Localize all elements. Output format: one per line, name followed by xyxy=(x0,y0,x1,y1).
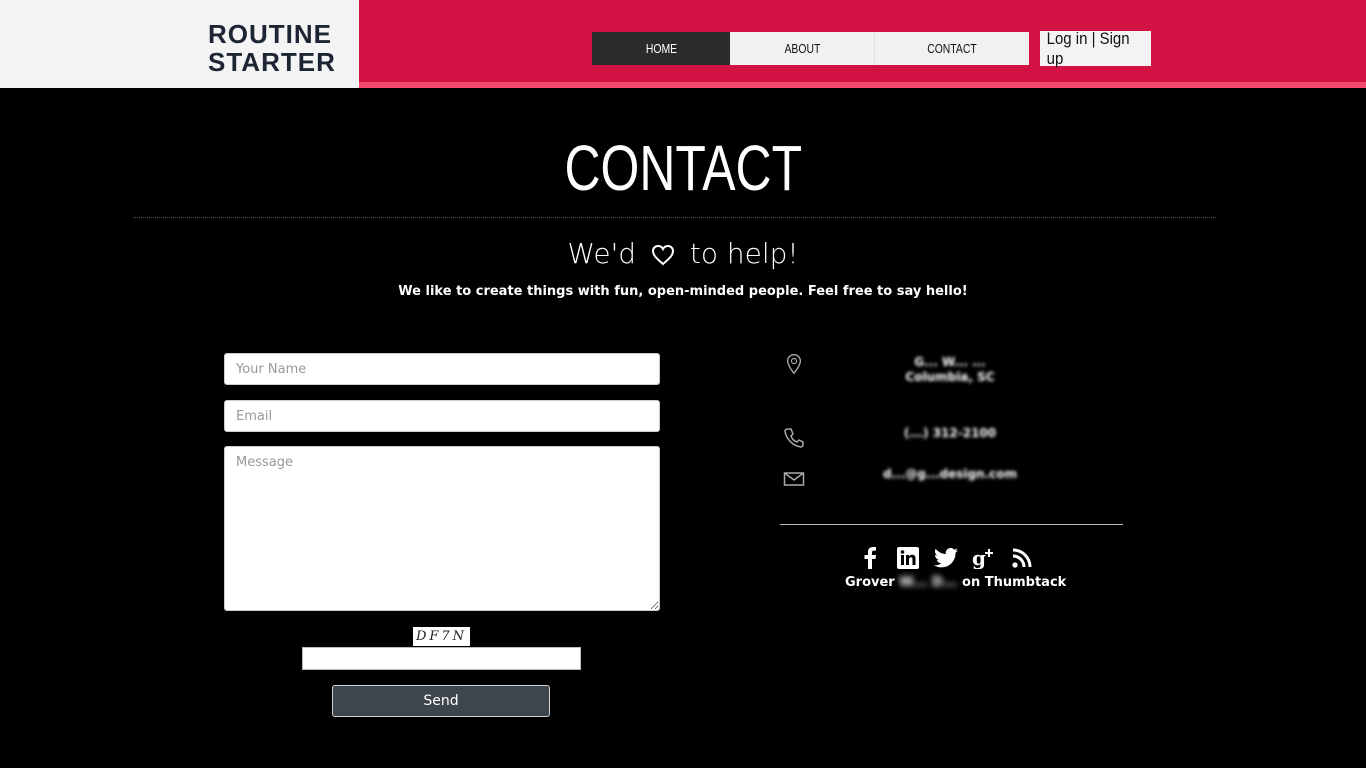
mail-icon xyxy=(783,472,805,486)
message-input[interactable] xyxy=(224,446,660,611)
email-address[interactable]: d...@g...design.com xyxy=(850,467,1050,482)
address-line-1: G... W... ... xyxy=(914,355,986,369)
logo-area[interactable]: ROUTINE STARTER xyxy=(0,0,359,88)
main-nav: HOME ABOUT CONTACT xyxy=(592,32,1029,65)
thumbtack-left: Grover xyxy=(845,575,895,590)
email-input[interactable] xyxy=(224,400,660,432)
thumbtack-blurred: W... D... xyxy=(899,575,958,590)
nav-contact-label: CONTACT xyxy=(927,41,977,56)
subheading: We'd to help! xyxy=(0,236,1366,272)
captcha-input[interactable] xyxy=(302,647,581,670)
thumbtack-link[interactable]: Grover W... D... on Thumbtack xyxy=(845,575,1066,591)
logo[interactable]: ROUTINE STARTER xyxy=(208,20,336,76)
login-label: Log in | Sign up xyxy=(1046,28,1130,68)
phone-number[interactable]: (...) 312-2100 xyxy=(850,426,1050,441)
nav-about[interactable]: ABOUT xyxy=(730,32,875,65)
name-input[interactable] xyxy=(224,353,660,385)
site-header: ROUTINE STARTER HOME ABOUT CONTACT Log i… xyxy=(0,0,1366,88)
nav-home[interactable]: HOME xyxy=(592,32,730,65)
heart-icon xyxy=(651,244,674,266)
send-button[interactable]: Send xyxy=(332,685,550,717)
google-plus-icon[interactable]: g xyxy=(972,546,996,570)
tagline: We like to create things with fun, open-… xyxy=(398,284,968,299)
svg-text:g: g xyxy=(972,547,986,569)
rss-icon[interactable] xyxy=(1010,546,1034,570)
page-title-text: CONTACT xyxy=(564,132,802,204)
nav-about-label: ABOUT xyxy=(784,41,820,56)
location-icon xyxy=(786,354,802,375)
nav-home-label: HOME xyxy=(645,41,677,56)
twitter-icon[interactable] xyxy=(934,546,958,570)
facebook-icon[interactable] xyxy=(858,546,882,570)
header-stripe xyxy=(359,82,1366,88)
subheading-right: to help! xyxy=(689,237,799,270)
captcha-image: DF7N xyxy=(413,627,470,646)
phone-icon xyxy=(784,428,804,448)
page-title: CONTACT xyxy=(0,132,1366,204)
logo-line-1: ROUTINE xyxy=(208,19,332,49)
linkedin-icon[interactable] xyxy=(896,546,920,570)
address-line-2: Columbia, SC xyxy=(905,370,995,384)
nav-contact[interactable]: CONTACT xyxy=(875,32,1029,65)
title-divider xyxy=(133,217,1216,218)
subheading-left: We'd xyxy=(567,237,637,270)
login-signup-button[interactable]: Log in | Sign up xyxy=(1040,28,1151,68)
logo-line-2: STARTER xyxy=(208,47,336,77)
address: G... W... ... Columbia, SC xyxy=(850,355,1050,385)
thumbtack-right: on Thumbtack xyxy=(962,575,1067,590)
info-divider xyxy=(780,524,1123,525)
social-links: g xyxy=(858,546,1034,570)
